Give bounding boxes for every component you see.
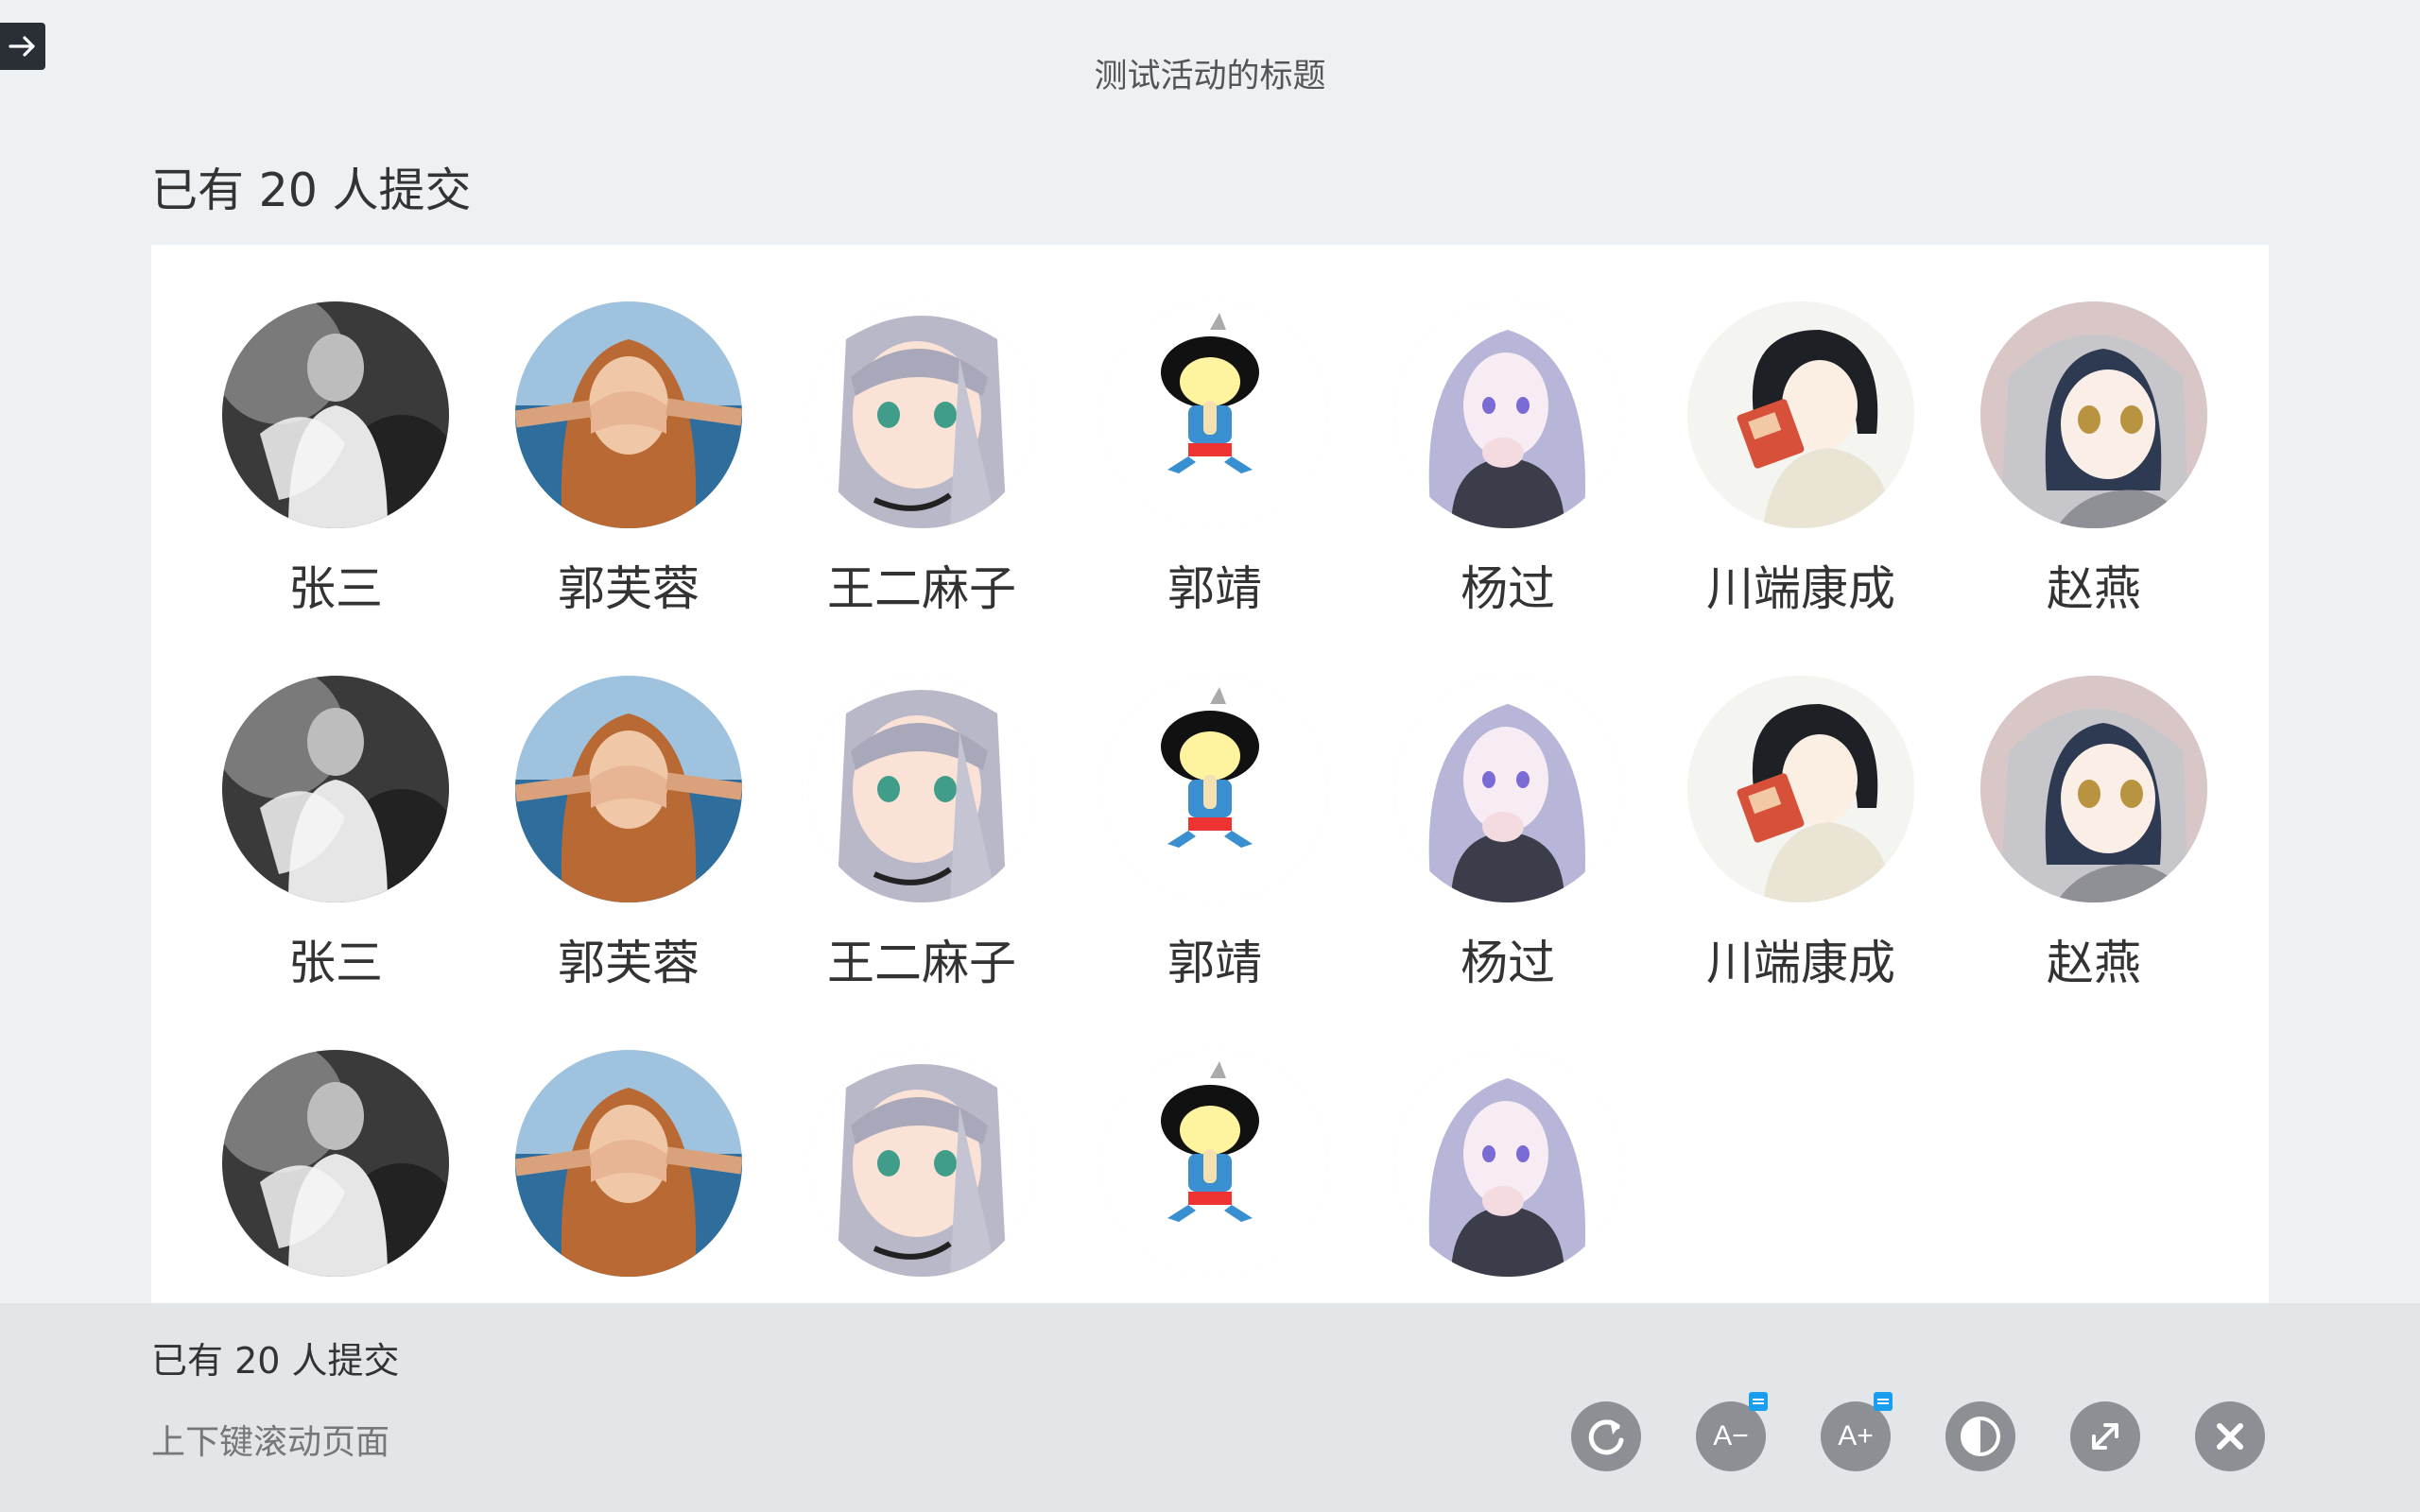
close-button[interactable] [2195, 1401, 2265, 1471]
avatar [222, 1050, 449, 1277]
close-icon [2217, 1423, 2243, 1450]
member-card[interactable]: 张三 [189, 301, 482, 619]
avatar [222, 676, 449, 902]
member-card[interactable] [189, 1050, 482, 1303]
member-name: 川端康成 [1706, 561, 1895, 616]
member-card[interactable]: 张三 [189, 676, 482, 993]
member-name: 王二麻子 [827, 561, 1016, 616]
member-card[interactable]: 郭芙蓉 [482, 676, 775, 993]
fullscreen-button[interactable] [2070, 1401, 2140, 1471]
badge-icon [1749, 1392, 1768, 1411]
member-card[interactable]: 杨过 [1361, 676, 1654, 993]
badge-icon [1874, 1392, 1893, 1411]
font-decrease-icon: A− [1713, 1420, 1749, 1452]
avatar [1394, 676, 1621, 902]
refresh-button[interactable] [1571, 1401, 1641, 1471]
member-name: 赵燕 [2047, 936, 2141, 990]
member-card[interactable] [482, 1050, 775, 1303]
member-card[interactable] [1068, 1050, 1361, 1303]
avatar [515, 1050, 742, 1277]
avatar [515, 301, 742, 528]
font-increase-button[interactable]: A+ [1821, 1392, 1893, 1471]
avatar [1101, 301, 1328, 528]
page-title: 测试活动的标题 [1094, 58, 1326, 95]
member-name: 张三 [288, 561, 383, 616]
avatar [808, 1050, 1035, 1277]
member-card[interactable]: 郭靖 [1068, 301, 1361, 619]
member-card[interactable]: 川端康成 [1654, 301, 1947, 619]
contrast-icon [1961, 1417, 2000, 1456]
member-name: 赵燕 [2047, 561, 2141, 616]
footer-submitted-count: 已有 20 人提交 [151, 1340, 400, 1382]
app-root: 测试活动的标题 已有 20 人提交 张三 郭芙蓉 王二麻子 郭靖 杨过 川端康成 赵燕 张三郭… [0, 0, 2420, 1512]
avatar [1980, 676, 2207, 902]
avatar [808, 301, 1035, 528]
member-card[interactable]: 川端康成 [1654, 676, 1947, 993]
member-card[interactable]: 王二麻子 [775, 301, 1068, 619]
member-name: 郭芙蓉 [558, 561, 700, 616]
member-name: 王二麻子 [827, 936, 1016, 990]
avatar [1687, 301, 1914, 528]
member-card[interactable]: 郭靖 [1068, 676, 1361, 993]
member-name: 川端康成 [1706, 936, 1895, 990]
member-card[interactable]: 王二麻子 [775, 676, 1068, 993]
members-grid: 张三 郭芙蓉 王二麻子 郭靖 杨过 川端康成 赵燕 张三 郭芙蓉 王二麻子 郭靖 杨过 川端康成 赵燕 [189, 301, 2240, 1303]
avatar [1101, 676, 1328, 902]
member-card[interactable]: 郭芙蓉 [482, 301, 775, 619]
avatar [1101, 1050, 1328, 1277]
member-name: 杨过 [1461, 936, 1555, 990]
avatar [515, 676, 742, 902]
submitted-count-heading: 已有 20 人提交 [151, 163, 472, 217]
refresh-icon [1588, 1419, 1624, 1455]
avatar [1394, 301, 1621, 528]
footer-bar: 已有 20 人提交 上下键滚动页面 A− A+ [0, 1303, 2420, 1512]
contrast-button[interactable] [1945, 1401, 2015, 1471]
member-name: 郭芙蓉 [558, 936, 700, 990]
avatar [222, 301, 449, 528]
avatar [1394, 1050, 1621, 1277]
expand-icon [2092, 1423, 2118, 1450]
avatar [1687, 676, 1914, 902]
member-name: 郭靖 [1167, 936, 1262, 990]
member-card[interactable]: 赵燕 [1947, 301, 2240, 619]
avatar [808, 676, 1035, 902]
avatar [1980, 301, 2207, 528]
scroll-hint: 上下键滚动页面 [151, 1423, 390, 1462]
member-card[interactable] [1361, 1050, 1654, 1303]
members-panel[interactable]: 张三 郭芙蓉 王二麻子 郭靖 杨过 川端康成 赵燕 张三 郭芙蓉 王二麻子 郭靖 杨过 川端康成 赵燕 [151, 245, 2269, 1303]
member-card[interactable]: 赵燕 [1947, 676, 2240, 993]
member-name: 杨过 [1461, 561, 1555, 616]
font-increase-icon: A+ [1838, 1420, 1874, 1452]
member-name: 郭靖 [1167, 561, 1262, 616]
toolbar: A− A+ [1571, 1392, 2265, 1471]
member-card[interactable] [775, 1050, 1068, 1303]
font-decrease-button[interactable]: A− [1696, 1392, 1768, 1471]
member-name: 张三 [288, 936, 383, 990]
member-card[interactable]: 杨过 [1361, 301, 1654, 619]
